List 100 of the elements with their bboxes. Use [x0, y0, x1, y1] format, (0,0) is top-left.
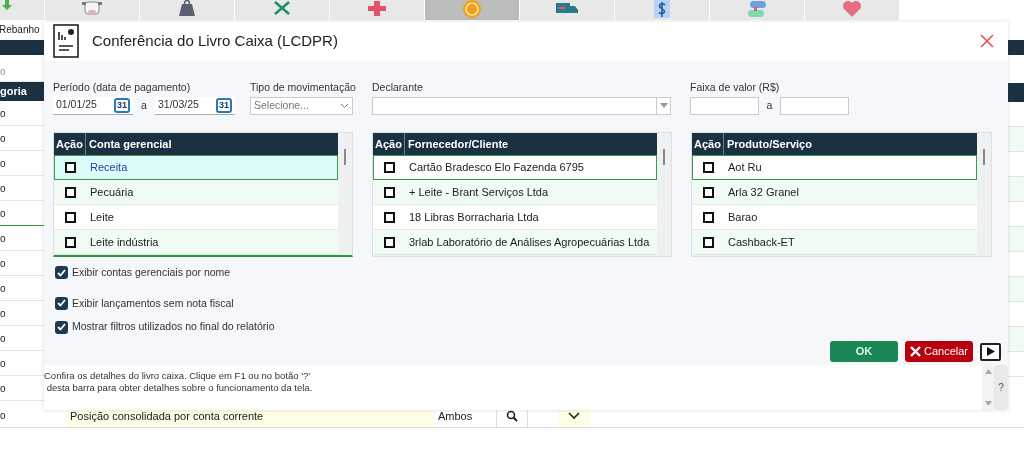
play-button[interactable]	[980, 342, 1001, 361]
coin-icon	[462, 0, 482, 18]
list-row[interactable]: Cashback-ET	[692, 229, 977, 255]
date-field[interactable]: 31/03/25 31	[155, 96, 235, 115]
checkbox[interactable]	[55, 296, 68, 310]
range-separator: a	[765, 97, 774, 113]
cross-icon	[367, 0, 387, 16]
help-button[interactable]: ?	[994, 365, 1008, 410]
list-item-label: 18 Libras Borracharia Ltda	[408, 210, 539, 226]
column-header: Conta gerencial	[88, 136, 173, 152]
field-label: Faixa de valor (R$)	[690, 79, 781, 94]
help-text: desta barra para obter detalhes sobre o funcionamento da tela.	[45, 382, 314, 395]
chevron-down-icon	[568, 411, 580, 420]
list-item-label: + Leite - Brant Serviços Ltda	[408, 185, 549, 201]
dropdown-field[interactable]: Selecione...	[250, 96, 353, 115]
checkbox[interactable]	[703, 186, 714, 198]
column-header: Ação	[54, 132, 86, 155]
scrollbar-thumb[interactable]	[344, 148, 346, 165]
close-icon	[910, 346, 921, 358]
checkbox[interactable]	[384, 186, 395, 198]
checkbox[interactable]	[55, 266, 68, 280]
toolbar-tile[interactable]	[710, 0, 804, 20]
play-icon	[986, 347, 995, 357]
table-header	[1008, 40, 1024, 55]
checkbox[interactable]	[703, 211, 714, 223]
list-row[interactable]: 18 Libras Borracharia Ltda	[373, 204, 657, 230]
range-separator: a	[140, 97, 148, 113]
column-header: Ação	[373, 132, 405, 155]
calendar-button[interactable]: 31	[114, 97, 130, 113]
list-item-label: Arla 32 Granel	[727, 185, 799, 201]
weight-icon	[177, 0, 197, 16]
toolbar-tile[interactable]	[615, 0, 709, 20]
dialog-title: Conferência do Livro Caixa (LCDPR)	[92, 31, 338, 52]
date-field[interactable]: 01/01/25 31	[53, 96, 133, 115]
toolbar-tile[interactable]	[805, 0, 899, 20]
checkbox[interactable]	[703, 236, 714, 248]
checkbox[interactable]	[65, 186, 76, 198]
cancel-button[interactable]: Cancelar	[905, 341, 973, 363]
checkbox[interactable]	[65, 211, 76, 223]
table-header	[0, 40, 44, 55]
list-row[interactable]: 3rlab Laboratório de Análises Agropecuárias Ltda	[373, 229, 657, 255]
toolbar-tile[interactable]	[520, 0, 614, 20]
table-header	[1008, 83, 1024, 102]
calendar-button[interactable]: 31	[216, 97, 232, 113]
toolbar-tile[interactable]	[425, 0, 519, 20]
close-icon[interactable]	[980, 34, 994, 49]
column-header: Produto/Serviço	[726, 136, 813, 152]
checkbox[interactable]	[65, 161, 76, 173]
list-row[interactable]: Receita	[54, 154, 338, 180]
toolbar-label: Rebanho	[0, 23, 41, 37]
list-item-label: Cartão Bradesco Elo Fazenda 6795	[408, 160, 584, 176]
checkbox[interactable]	[703, 161, 714, 173]
heart-icon	[842, 0, 862, 18]
toolbar-tile[interactable]	[45, 0, 139, 20]
field-label: Período (data de pagamento)	[53, 79, 192, 94]
toolbar-tile[interactable]	[330, 0, 424, 20]
list-item-label: Aot Ru	[727, 160, 762, 176]
scrollbar-thumb[interactable]	[983, 148, 985, 165]
toolbar-tile[interactable]	[140, 0, 234, 20]
list-row[interactable]: Leite indústria	[54, 229, 338, 255]
checkbox[interactable]	[384, 236, 395, 248]
list-row[interactable]: Arla 32 Granel	[692, 179, 977, 205]
list-item-label: Pecuária	[89, 185, 134, 201]
toolbar-tile[interactable]	[0, 0, 44, 20]
checkbox[interactable]	[384, 161, 395, 173]
list-row[interactable]: + Leite - Brant Serviços Ltda	[373, 179, 657, 205]
list-row[interactable]: Leite	[54, 204, 338, 230]
list-row[interactable]: Pecuária	[54, 179, 338, 205]
checkbox[interactable]	[65, 236, 76, 248]
field-label: Declarante	[372, 79, 424, 94]
capsules-icon	[746, 0, 768, 18]
truck-icon	[556, 0, 578, 16]
list-item-label: Barao	[727, 210, 758, 226]
column-header: Ação	[692, 132, 724, 155]
help-text: Confira os detalhes do livro caixa. Clique em F1 ou no botão '?'	[44, 370, 312, 383]
field-label: Tipo de movimentação	[250, 79, 357, 94]
checkbox[interactable]	[55, 320, 68, 334]
option-label: Mostrar filtros utilizados no final do relatório	[72, 319, 275, 335]
checkbox[interactable]	[384, 211, 395, 223]
list-item-label: Leite indústria	[89, 235, 159, 251]
value-field[interactable]	[780, 96, 849, 115]
arrow-icon	[2, 0, 12, 10]
dollar-document-icon	[654, 0, 670, 18]
option-label: Exibir contas gerenciais por nome	[72, 264, 231, 280]
combobox-field[interactable]	[372, 96, 671, 115]
list-row[interactable]: Cartão Bradesco Elo Fazenda 6795	[373, 154, 657, 180]
list-row[interactable]: Aot Ru	[692, 154, 977, 180]
toolbar-tile[interactable]	[235, 0, 329, 20]
ok-button[interactable]: OK	[830, 341, 898, 363]
search-icon[interactable]	[506, 409, 518, 422]
option-label: Exibir lançamentos sem nota fiscal	[72, 295, 234, 311]
list-item-label: Cashback-ET	[727, 235, 795, 251]
column-header: goria	[0, 82, 44, 101]
column-header: Fornecedor/Cliente	[407, 136, 510, 152]
scrollbar-thumb[interactable]	[663, 148, 665, 165]
chevron-down-icon	[340, 102, 349, 109]
list-row[interactable]: Barao	[692, 204, 977, 230]
caret-down-icon	[659, 103, 668, 109]
list-item-label: 3rlab Laboratório de Análises Agropecuárias Ltda	[408, 235, 650, 251]
value-field[interactable]	[690, 96, 759, 115]
